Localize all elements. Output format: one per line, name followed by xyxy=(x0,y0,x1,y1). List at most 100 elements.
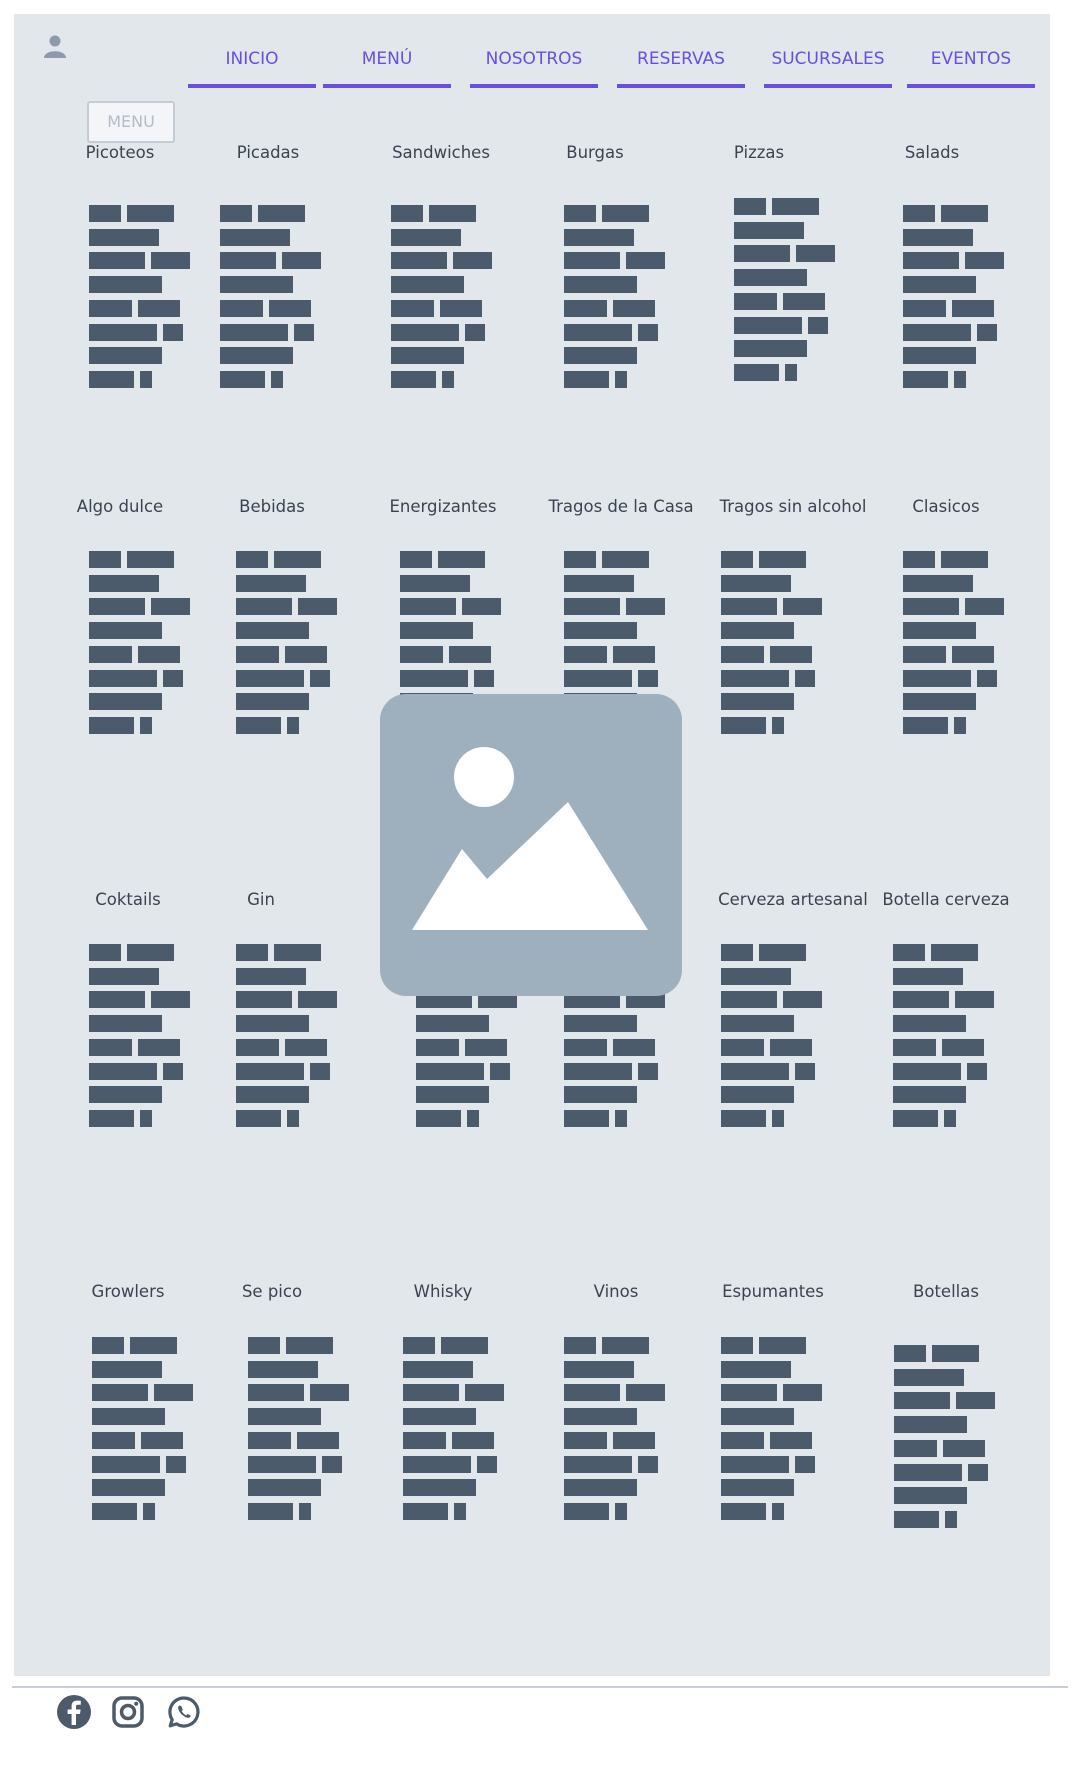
category-thumbnail-salads[interactable] xyxy=(903,205,1004,390)
category-label-clasicos[interactable]: Clasicos xyxy=(912,497,979,516)
category-label-botella-cerveza[interactable]: Botella cerveza xyxy=(882,890,1009,909)
thumbnail-block xyxy=(89,669,157,687)
thumbnail-block xyxy=(220,323,288,341)
category-label-se-pico[interactable]: Se pico xyxy=(242,1282,302,1301)
thumbnail-block xyxy=(416,1015,489,1033)
thumbnail-block xyxy=(391,252,447,270)
thumbnail-block xyxy=(310,669,330,687)
thumbnail-block xyxy=(721,551,753,568)
category-thumbnail-botellas[interactable] xyxy=(894,1345,995,1530)
category-thumbnail-gin[interactable] xyxy=(236,944,337,1129)
category-thumbnail-picoteos[interactable] xyxy=(89,205,190,390)
category-thumbnail-burgas[interactable] xyxy=(564,205,665,390)
thumbnail-block xyxy=(143,1502,155,1520)
category-label-espumantes[interactable]: Espumantes xyxy=(722,1282,824,1301)
category-thumbnail-sandwiches[interactable] xyxy=(391,205,492,390)
thumbnail-block xyxy=(721,693,794,711)
thumbnail-block xyxy=(638,1062,658,1080)
thumbnail-block xyxy=(759,1337,806,1354)
category-thumbnail-tragos-sin-alcohol[interactable] xyxy=(721,551,822,736)
thumbnail-block xyxy=(274,551,321,568)
thumbnail-block xyxy=(783,991,822,1009)
category-thumbnail-growlers[interactable] xyxy=(92,1337,193,1522)
thumbnail-block xyxy=(564,1384,620,1402)
thumbnail-block xyxy=(770,1038,812,1056)
thumbnail-block xyxy=(220,228,290,246)
thumbnail-block xyxy=(92,1408,165,1426)
category-thumbnail-bebidas[interactable] xyxy=(236,551,337,736)
category-label-vinos[interactable]: Vinos xyxy=(594,1282,639,1301)
thumbnail-block xyxy=(92,1431,135,1449)
thumbnail-block xyxy=(893,1015,966,1033)
category-thumbnail-clasicos[interactable] xyxy=(903,551,1004,736)
thumbnail-block xyxy=(429,205,476,222)
category-thumbnail-botella-cerveza[interactable] xyxy=(893,944,994,1129)
thumbnail-block xyxy=(967,1062,987,1080)
category-thumbnail-pizzas[interactable] xyxy=(734,198,835,383)
category-label-cerveza-artesanal[interactable]: Cerveza artesanal xyxy=(718,890,868,909)
nav-sucursales[interactable]: SUCURSALES xyxy=(764,40,892,88)
category-label-salads[interactable]: Salads xyxy=(905,143,959,162)
thumbnail-block xyxy=(285,1038,327,1056)
thumbnail-block xyxy=(721,967,791,985)
nav-nosotros[interactable]: NOSOTROS xyxy=(470,40,598,88)
thumbnail-block xyxy=(151,598,190,616)
thumbnail-block xyxy=(299,1502,311,1520)
category-label-coktails[interactable]: Coktails xyxy=(95,890,161,909)
category-thumbnail-picadas[interactable] xyxy=(220,205,321,390)
user-icon[interactable] xyxy=(44,34,66,58)
category-label-tragos-de-la-casa[interactable]: Tragos de la Casa xyxy=(548,497,693,516)
thumbnail-block xyxy=(721,1109,766,1127)
category-thumbnail-coktails[interactable] xyxy=(89,944,190,1129)
thumbnail-block xyxy=(236,574,306,592)
thumbnail-block xyxy=(564,205,596,222)
thumbnail-block xyxy=(903,551,935,568)
category-thumbnail-espumantes[interactable] xyxy=(721,1337,822,1522)
facebook-icon[interactable] xyxy=(56,1694,92,1730)
thumbnail-block xyxy=(772,1109,784,1127)
category-label-tragos-sin-alcohol[interactable]: Tragos sin alcohol xyxy=(720,497,867,516)
thumbnail-block xyxy=(89,645,132,663)
thumbnail-block xyxy=(721,944,753,961)
thumbnail-block xyxy=(400,574,470,592)
thumbnail-block xyxy=(721,669,789,687)
category-label-gin[interactable]: Gin xyxy=(247,890,275,909)
category-thumbnail-vinos[interactable] xyxy=(564,1337,665,1522)
thumbnail-block xyxy=(166,1455,186,1473)
nav-inicio[interactable]: INICIO xyxy=(188,40,316,88)
category-thumbnail-whisky[interactable] xyxy=(403,1337,504,1522)
category-label-picoteos[interactable]: Picoteos xyxy=(86,143,155,162)
instagram-icon[interactable] xyxy=(110,1694,146,1730)
thumbnail-block xyxy=(721,598,777,616)
category-label-pizzas[interactable]: Pizzas xyxy=(734,143,784,162)
thumbnail-block xyxy=(564,1109,609,1127)
thumbnail-block xyxy=(638,1455,658,1473)
thumbnail-block xyxy=(440,299,482,317)
thumbnail-block xyxy=(564,1431,607,1449)
thumbnail-block xyxy=(92,1337,124,1354)
menu-dropdown-button[interactable]: MENU xyxy=(87,101,175,143)
category-label-picadas[interactable]: Picadas xyxy=(237,143,300,162)
nav-menu[interactable]: MENÚ xyxy=(323,40,451,88)
category-label-growlers[interactable]: Growlers xyxy=(92,1282,165,1301)
category-thumbnail-algo-dulce[interactable] xyxy=(89,551,190,736)
category-label-whisky[interactable]: Whisky xyxy=(414,1282,473,1301)
nav-reservas[interactable]: RESERVAS xyxy=(617,40,745,88)
category-thumbnail-se-pico[interactable] xyxy=(248,1337,349,1522)
category-label-botellas[interactable]: Botellas xyxy=(913,1282,979,1301)
thumbnail-block xyxy=(89,574,159,592)
thumbnail-block xyxy=(287,1109,299,1127)
thumbnail-block xyxy=(721,1062,789,1080)
thumbnail-block xyxy=(894,1439,937,1457)
category-thumbnail-cerveza-artesanal[interactable] xyxy=(721,944,822,1129)
category-label-algo-dulce[interactable]: Algo dulce xyxy=(77,497,163,516)
category-label-bebidas[interactable]: Bebidas xyxy=(239,497,305,516)
category-label-burgas[interactable]: Burgas xyxy=(566,143,623,162)
category-label-energizantes[interactable]: Energizantes xyxy=(389,497,496,516)
whatsapp-icon[interactable] xyxy=(166,1694,202,1730)
thumbnail-block xyxy=(465,323,485,341)
thumbnail-block xyxy=(564,1408,637,1426)
nav-eventos[interactable]: EVENTOS xyxy=(907,40,1035,88)
thumbnail-block xyxy=(564,669,632,687)
category-label-sandwiches[interactable]: Sandwiches xyxy=(392,143,490,162)
